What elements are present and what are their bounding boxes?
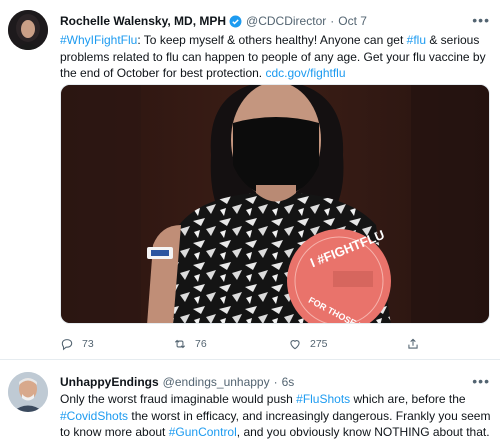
retweet-count: 76	[195, 338, 207, 350]
tweet-photo[interactable]: I #FIGHTFLU FOR THOSE WHO CANNOT	[60, 84, 490, 324]
tweet-header: Rochelle Walensky, MD, MPH @CDCDirector …	[60, 12, 367, 30]
more-icon[interactable]: •••	[472, 373, 490, 389]
reply-author-name[interactable]: UnhappyEndings	[60, 375, 159, 389]
like-count: 275	[310, 338, 328, 350]
retweet-icon	[174, 339, 186, 349]
tweet-date[interactable]: Oct 7	[338, 14, 367, 28]
reply-time[interactable]: 6s	[282, 375, 295, 389]
separator-dot: ·	[330, 14, 335, 28]
author-name[interactable]: Rochelle Walensky, MD, MPH	[60, 14, 226, 28]
author-handle[interactable]: @CDCDirector	[246, 14, 326, 28]
separator-dot: ·	[273, 375, 278, 389]
reply-text-part: Only the worst fraud imaginable would pu…	[60, 392, 297, 406]
reply-text-part: which are, before the	[350, 392, 466, 406]
share-button[interactable]	[406, 337, 428, 351]
tweet-text: #WhyIFightFlu: To keep myself & others h…	[60, 32, 492, 82]
reply-author-handle[interactable]: @endings_unhappy	[163, 375, 270, 389]
reply-header: UnhappyEndings @endings_unhappy · 6s	[60, 373, 294, 391]
reply-button[interactable]: 73	[60, 337, 94, 351]
retweet-button[interactable]: 76	[173, 337, 207, 351]
reply-text: Only the worst fraud imaginable would pu…	[60, 391, 492, 441]
reply-count: 73	[82, 338, 94, 350]
tweet-link[interactable]: cdc.gov/fightflu	[265, 66, 345, 80]
hashtag-guncontrol[interactable]: #GunControl	[169, 425, 237, 439]
tweet-card[interactable]: Rochelle Walensky, MD, MPH @CDCDirector …	[0, 0, 500, 360]
share-icon	[408, 338, 418, 349]
tweet-text-part: : To keep myself & others healthy! Anyon…	[137, 33, 407, 47]
reply-author-avatar[interactable]	[8, 372, 48, 412]
like-button[interactable]: 275	[288, 337, 328, 351]
like-icon	[290, 340, 300, 350]
author-avatar[interactable]	[8, 10, 48, 50]
hashtag-flushots[interactable]: #FluShots	[296, 392, 350, 406]
more-icon[interactable]: •••	[472, 12, 490, 28]
hashtag-flu[interactable]: #flu	[407, 33, 426, 47]
tweet-actions: 73 76 275	[60, 337, 490, 355]
reply-text-part: , and you obviously know NOTHING about t…	[236, 425, 490, 439]
verified-badge-icon	[229, 15, 242, 28]
hashtag-whyifightflu[interactable]: #WhyIFightFlu	[60, 33, 137, 47]
reply-icon	[61, 339, 73, 351]
hashtag-covidshots[interactable]: #CovidShots	[60, 409, 128, 423]
